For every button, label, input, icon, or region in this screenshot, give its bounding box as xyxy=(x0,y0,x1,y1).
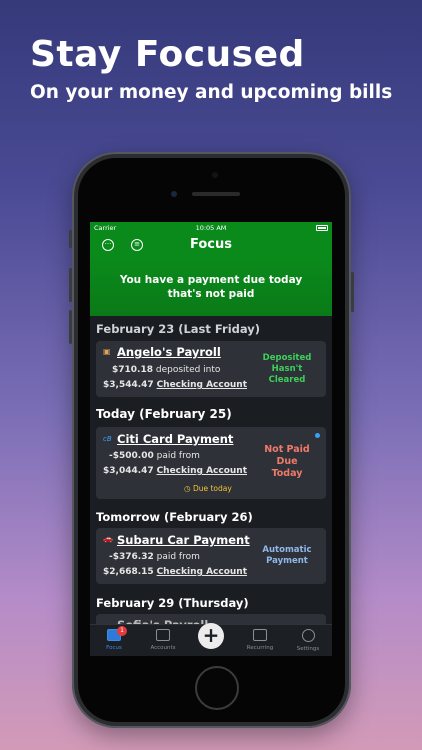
card-balance-line: $3,544.47 Checking Account xyxy=(103,380,247,390)
status-line-3: Today xyxy=(271,468,303,479)
status-label: Deposited Hasn't Cleared xyxy=(256,353,318,386)
accounts-icon xyxy=(156,629,170,641)
tab-accounts[interactable]: Accounts xyxy=(139,625,187,651)
car-icon: 🚗 xyxy=(103,534,113,543)
section-header-thursday: February 29 (Thursday) xyxy=(96,596,249,610)
card-amount-line: -$376.32 paid from xyxy=(109,552,200,562)
transaction-card-subaru[interactable]: 🚗 Subaru Car Payment -$376.32 paid from … xyxy=(96,528,326,584)
account-link[interactable]: Checking Account xyxy=(157,380,247,390)
due-alert-banner[interactable]: You have a payment due today that's not … xyxy=(90,258,332,316)
card-amount: $710.18 xyxy=(112,365,153,375)
account-link[interactable]: Checking Account xyxy=(157,466,247,476)
tab-label: Focus xyxy=(106,645,122,651)
card-title[interactable]: Angelo's Payroll xyxy=(117,345,221,359)
earpiece-speaker xyxy=(192,192,240,196)
section-header-tomorrow: Tomorrow (February 26) xyxy=(96,510,253,524)
mute-switch xyxy=(69,230,72,248)
payroll-icon: ▣ xyxy=(103,347,111,356)
status-line-2: Hasn't xyxy=(271,364,303,374)
headline: Stay Focused xyxy=(30,34,305,75)
volume-down-button xyxy=(69,310,72,344)
status-label: Automatic Payment xyxy=(256,545,318,567)
calendar-icon xyxy=(253,629,267,641)
battery-icon xyxy=(316,225,328,231)
home-button[interactable] xyxy=(195,666,239,710)
banner-line-2: that's not paid xyxy=(167,288,255,300)
account-link[interactable]: Checking Account xyxy=(157,567,247,577)
status-label: Not Paid Due Today xyxy=(256,444,318,480)
status-line-1: Deposited xyxy=(262,353,312,363)
power-button xyxy=(351,272,354,312)
tab-focus[interactable]: 1 Focus xyxy=(90,625,138,651)
gear-icon xyxy=(301,629,315,642)
citi-icon: cB xyxy=(103,435,112,443)
card-action: paid from xyxy=(156,552,200,562)
volume-up-button xyxy=(69,268,72,302)
unread-dot xyxy=(315,433,320,438)
card-balance: $3,544.47 xyxy=(103,380,154,390)
tab-label: Recurring xyxy=(246,645,274,651)
status-line-1: Not Paid xyxy=(264,444,310,455)
card-title[interactable]: Citi Card Payment xyxy=(117,432,233,446)
tab-label: Settings xyxy=(296,646,320,652)
nav-bar: ··· ≡ Focus xyxy=(90,234,332,258)
card-balance-line: $3,044.47 Checking Account xyxy=(103,466,247,476)
due-today-text: Due today xyxy=(192,484,232,493)
timer-icon: ◷ xyxy=(184,484,191,493)
section-header-last-friday: February 23 (Last Friday) xyxy=(96,322,261,336)
card-title[interactable]: Subaru Car Payment xyxy=(117,533,250,547)
transaction-card-payroll[interactable]: ▣ Angelo's Payroll $710.18 deposited int… xyxy=(96,341,326,397)
card-amount: -$500.00 xyxy=(109,451,154,461)
add-icon: + xyxy=(202,623,220,647)
card-amount: -$376.32 xyxy=(109,552,154,562)
status-line-1: Automatic xyxy=(262,545,312,555)
banner-line-1: You have a payment due today xyxy=(119,274,303,286)
card-balance: $2,668.15 xyxy=(103,567,154,577)
page-title: Focus xyxy=(190,237,232,252)
add-button[interactable]: + xyxy=(198,623,224,649)
status-bar: Carrier 10:05 AM xyxy=(90,222,332,234)
card-balance: $3,044.47 xyxy=(103,466,154,476)
notification-badge: 1 xyxy=(117,626,127,636)
section-header-today: Today (February 25) xyxy=(96,407,232,421)
card-action: deposited into xyxy=(155,365,221,375)
status-line-3: Cleared xyxy=(268,375,306,385)
tab-label: Accounts xyxy=(150,645,176,651)
card-action: paid from xyxy=(156,451,200,461)
app-screen: Carrier 10:05 AM ··· ≡ Focus You have a … xyxy=(90,222,332,656)
clock: 10:05 AM xyxy=(195,224,227,232)
card-amount-line: -$500.00 paid from xyxy=(109,451,200,461)
due-today-label: ◷ Due today xyxy=(184,484,232,493)
tab-recurring[interactable]: Recurring xyxy=(236,625,284,651)
card-balance-line: $2,668.15 Checking Account xyxy=(103,567,247,577)
front-camera xyxy=(171,191,177,197)
status-line-2: Due xyxy=(276,456,298,467)
subhead: On your money and upcoming bills xyxy=(30,82,393,103)
card-amount-line: $710.18 deposited into xyxy=(112,365,220,375)
tab-settings[interactable]: Settings xyxy=(284,625,332,652)
tab-bar: 1 Focus Accounts + Recurring Settings xyxy=(90,623,332,656)
proximity-sensor xyxy=(212,172,218,178)
transaction-card-citi[interactable]: cB Citi Card Payment -$500.00 paid from … xyxy=(96,427,326,499)
status-line-2: Payment xyxy=(266,556,308,566)
